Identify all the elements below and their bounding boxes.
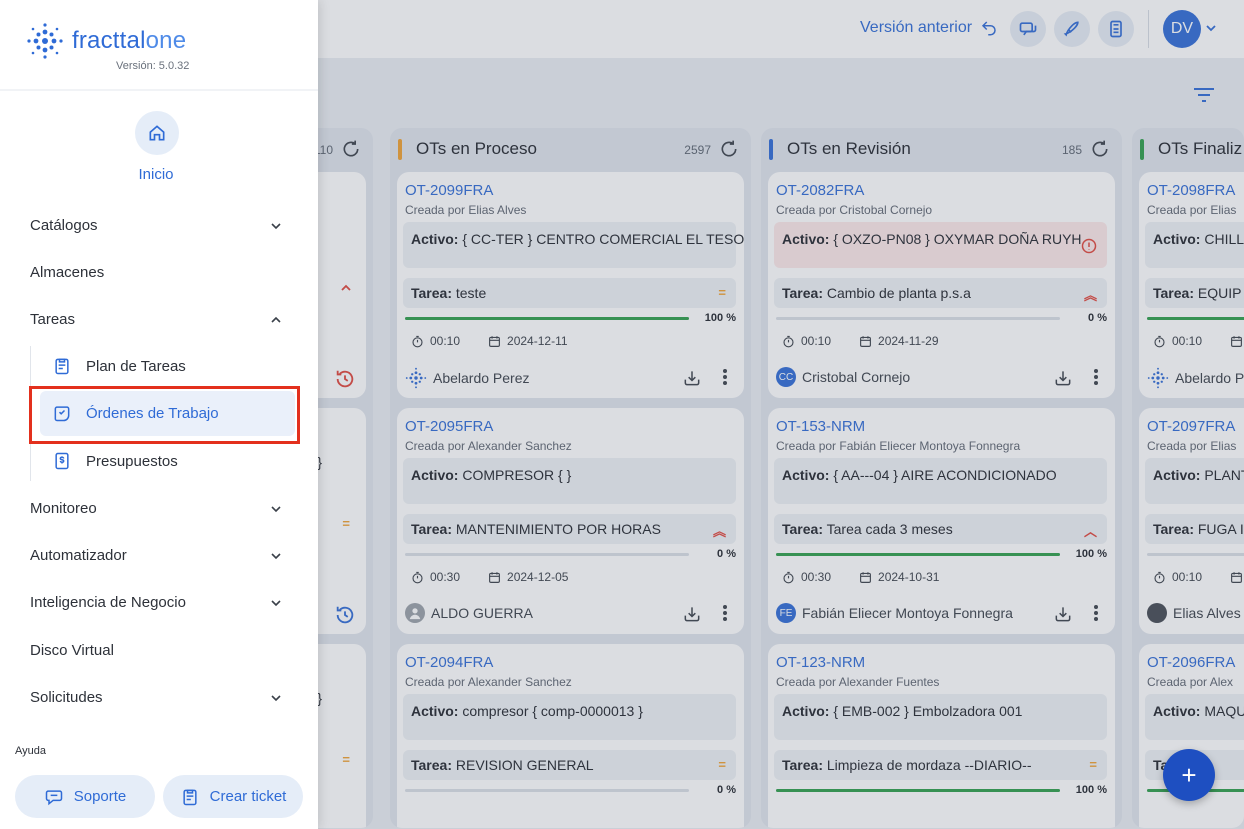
nav-label: Tareas bbox=[30, 310, 76, 328]
logo-brand: fracttal bbox=[72, 27, 146, 54]
chevron-down-icon bbox=[271, 600, 281, 607]
drawer-separator bbox=[0, 89, 318, 91]
nav-tareas[interactable]: Tareas bbox=[30, 305, 288, 333]
nav-label: Monitoreo bbox=[30, 499, 97, 517]
nav-label: Almacenes bbox=[30, 263, 105, 281]
chevron-up-icon bbox=[271, 316, 281, 323]
chevron-down-icon bbox=[271, 553, 281, 560]
version-label: Versión: 5.0.32 bbox=[116, 60, 190, 72]
create-ticket-button[interactable]: Crear ticket bbox=[163, 775, 303, 818]
logo-text: fracttalone bbox=[72, 27, 186, 55]
nav-label: Automatizador bbox=[30, 546, 127, 564]
nav-label: Disco Virtual bbox=[30, 641, 114, 659]
highlight-annotation bbox=[29, 386, 300, 444]
help-section-label: Ayuda bbox=[15, 745, 46, 757]
clipboard-icon bbox=[55, 358, 69, 375]
fracttal-logo: fracttalone bbox=[26, 22, 186, 60]
chat-icon bbox=[45, 789, 62, 805]
nav-label: Inteligencia de Negocio bbox=[30, 593, 186, 611]
nav-label: Presupuestos bbox=[86, 452, 178, 470]
chevron-down-icon bbox=[271, 223, 281, 230]
nav-solicitudes[interactable]: Solicitudes bbox=[30, 683, 288, 711]
nav-label: Solicitudes bbox=[30, 688, 103, 706]
nav-inteligencia-negocio[interactable]: Inteligencia de Negocio bbox=[30, 588, 288, 616]
chevron-down-icon bbox=[271, 695, 281, 702]
support-button-label: Soporte bbox=[73, 788, 127, 805]
nav-automatizador[interactable]: Automatizador bbox=[30, 541, 288, 569]
budget-icon bbox=[55, 452, 69, 470]
navigation-drawer: fracttalone Versión: 5.0.32 Inicio Catál… bbox=[0, 0, 318, 829]
nav-presupuestos[interactable]: Presupuestos bbox=[52, 447, 178, 475]
create-ticket-label: Crear ticket bbox=[209, 788, 287, 805]
add-button[interactable]: + bbox=[1163, 749, 1215, 801]
nav-label: Catálogos bbox=[30, 216, 98, 234]
home-button[interactable] bbox=[135, 111, 179, 155]
ticket-icon bbox=[183, 789, 197, 805]
home-label[interactable]: Inicio bbox=[0, 166, 312, 183]
home-icon bbox=[149, 125, 165, 141]
nav-label: Plan de Tareas bbox=[86, 357, 186, 375]
chevron-down-icon bbox=[271, 506, 281, 513]
fracttal-logo-icon bbox=[27, 23, 63, 59]
nav-catalogos[interactable]: Catálogos bbox=[30, 211, 288, 239]
logo-suffix: one bbox=[145, 27, 187, 54]
nav-almacenes[interactable]: Almacenes bbox=[30, 258, 288, 286]
nav-disco-virtual[interactable]: Disco Virtual bbox=[30, 636, 288, 664]
nav-monitoreo[interactable]: Monitoreo bbox=[30, 494, 288, 522]
nav-plan-tareas[interactable]: Plan de Tareas bbox=[52, 352, 186, 380]
support-button[interactable]: Soporte bbox=[15, 775, 155, 818]
